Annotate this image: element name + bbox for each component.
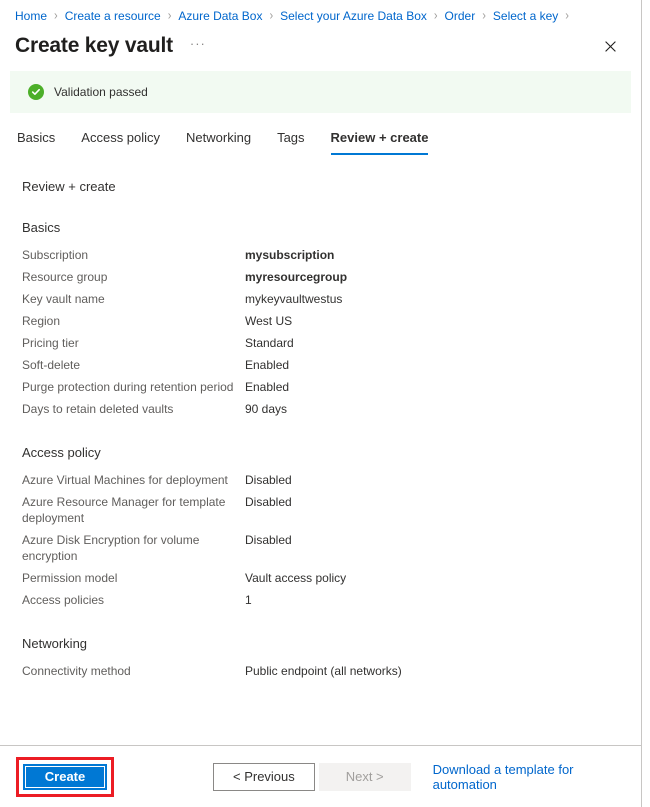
row-value: Enabled — [245, 380, 290, 394]
access-policy-table: Azure Virtual Machines for deployment Di… — [22, 472, 452, 614]
previous-button[interactable]: < Previous — [213, 762, 315, 791]
validation-banner-text: Validation passed — [54, 85, 148, 99]
section-networking: Networking Connectivity method Public en… — [22, 636, 641, 685]
table-row: Days to retain deleted vaults 90 days — [22, 401, 452, 423]
row-value: Disabled — [245, 473, 292, 487]
row-value: Public endpoint (all networks) — [245, 664, 402, 678]
row-value: myresourcegroup — [245, 270, 348, 284]
table-row: Azure Resource Manager for template depl… — [22, 494, 452, 532]
table-row: Region West US — [22, 313, 452, 335]
row-label: Azure Virtual Machines for deployment — [22, 473, 228, 487]
table-row: Key vault name mykeyvaultwestus — [22, 291, 452, 313]
review-create-heading: Review + create — [22, 179, 116, 194]
breadcrumb-item-create-a-resource[interactable]: Create a resource — [65, 9, 161, 23]
row-value: 90 days — [245, 402, 288, 416]
close-icon[interactable] — [597, 33, 623, 59]
table-row: Permission model Vault access policy — [22, 570, 452, 592]
table-row: Connectivity method Public endpoint (all… — [22, 663, 452, 685]
row-value: Vault access policy — [245, 571, 347, 585]
row-value: mysubscription — [245, 248, 335, 262]
row-value: 1 — [245, 593, 252, 607]
basics-table: Subscription mysubscription Resource gro… — [22, 247, 452, 423]
page-title: Create key vault — [15, 34, 173, 57]
table-row: Soft-delete Enabled — [22, 357, 452, 379]
table-row: Pricing tier Standard — [22, 335, 452, 357]
create-button-highlight: Create — [16, 756, 114, 797]
table-row: Access policies 1 — [22, 592, 452, 614]
breadcrumb-separator-icon: › — [167, 8, 172, 23]
row-value: Standard — [245, 336, 294, 350]
wizard-footer: Create < Previous Next > Download a temp… — [0, 745, 641, 807]
section-basics: Basics Subscription mysubscription Resou… — [22, 220, 641, 423]
download-template-link[interactable]: Download a template for automation — [433, 762, 641, 792]
create-button[interactable]: Create — [23, 763, 107, 790]
breadcrumb: Home › Create a resource › Azure Data Bo… — [0, 0, 641, 27]
row-label: Permission model — [22, 571, 118, 585]
footer-nav-group: < Previous Next > Download a template fo… — [213, 762, 641, 792]
breadcrumb-item-home[interactable]: Home — [15, 9, 47, 23]
breadcrumb-item-azure-data-box[interactable]: Azure Data Box — [178, 9, 262, 23]
review-content: Review + create Basics Subscription mysu… — [0, 155, 641, 745]
row-label: Pricing tier — [22, 336, 79, 350]
row-value: Disabled — [245, 533, 292, 547]
row-label: Connectivity method — [22, 664, 131, 678]
row-label: Subscription — [22, 248, 89, 262]
row-value: Enabled — [245, 358, 290, 372]
more-options-icon[interactable]: ··· — [187, 35, 209, 57]
wizard-tabs: Basics Access policy Networking Tags Rev… — [0, 113, 641, 155]
breadcrumb-separator-icon: › — [54, 8, 58, 23]
tab-access-policy[interactable]: Access policy — [81, 130, 160, 155]
breadcrumb-item-select-your-azure-data-box[interactable]: Select your Azure Data Box — [280, 9, 427, 23]
breadcrumb-separator-icon: › — [482, 8, 486, 23]
section-title-access-policy: Access policy — [22, 445, 101, 460]
row-label: Azure Disk Encryption for volume encrypt… — [22, 533, 200, 563]
create-key-vault-blade: Home › Create a resource › Azure Data Bo… — [0, 0, 642, 807]
section-access-policy: Access policy Azure Virtual Machines for… — [22, 445, 641, 614]
blade-title-row: Create key vault ··· — [0, 27, 641, 63]
breadcrumb-separator-icon: › — [565, 8, 569, 23]
row-value: mykeyvaultwestus — [245, 292, 343, 306]
tab-tags[interactable]: Tags — [277, 130, 304, 155]
tab-networking[interactable]: Networking — [186, 130, 251, 155]
validation-banner: Validation passed — [10, 71, 631, 113]
section-title-basics: Basics — [22, 220, 61, 235]
row-label: Resource group — [22, 270, 108, 284]
row-label: Key vault name — [22, 292, 105, 306]
breadcrumb-item-order[interactable]: Order — [445, 9, 476, 23]
tab-review-create[interactable]: Review + create — [330, 130, 429, 155]
table-row: Resource group myresourcegroup — [22, 269, 452, 291]
row-value: Disabled — [245, 495, 292, 509]
table-row: Azure Virtual Machines for deployment Di… — [22, 472, 452, 494]
row-label: Purge protection during retention period — [22, 380, 234, 394]
table-row: Purge protection during retention period… — [22, 379, 452, 401]
row-label: Azure Resource Manager for template depl… — [22, 495, 226, 525]
breadcrumb-item-select-a-key[interactable]: Select a key — [493, 9, 558, 23]
table-row: Subscription mysubscription — [22, 247, 452, 269]
row-label: Days to retain deleted vaults — [22, 402, 174, 416]
check-circle-icon — [28, 84, 44, 100]
table-row: Azure Disk Encryption for volume encrypt… — [22, 532, 452, 570]
row-label: Soft-delete — [22, 358, 81, 372]
section-title-networking: Networking — [22, 636, 88, 651]
next-button: Next > — [318, 762, 411, 791]
tab-basics[interactable]: Basics — [17, 130, 55, 155]
row-value: West US — [245, 314, 293, 328]
breadcrumb-separator-icon: › — [433, 8, 438, 23]
breadcrumb-separator-icon: › — [269, 8, 274, 23]
row-label: Region — [22, 314, 61, 328]
networking-table: Connectivity method Public endpoint (all… — [22, 663, 452, 685]
row-label: Access policies — [22, 593, 105, 607]
